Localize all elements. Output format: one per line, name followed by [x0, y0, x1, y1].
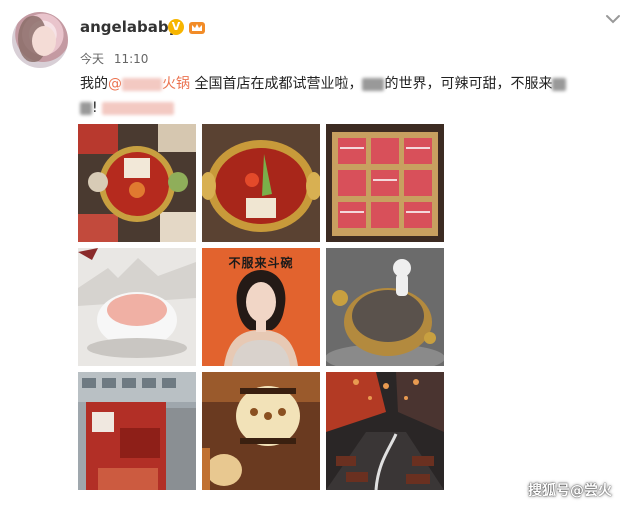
chevron-down-icon[interactable] — [604, 12, 622, 26]
post-day: 今天 — [80, 52, 105, 66]
photo-dining-hall[interactable] — [326, 372, 444, 490]
post-text: 我的@ 火锅 全国首店在成都试营业啦， 的世界，可辣可甜，不服来 ! — [80, 72, 606, 120]
username[interactable]: angelababy — [80, 18, 178, 36]
photo-astronaut-pot[interactable] — [326, 248, 444, 366]
post-time[interactable]: 11:10 — [114, 52, 149, 66]
photo-hotpot-table[interactable] — [78, 124, 196, 242]
hashtag-link[interactable] — [102, 100, 175, 116]
post-body-2: 的世界，可辣可甜，不服来 — [384, 76, 553, 92]
photo-celebrity-poster[interactable]: 不服来斗碗 — [202, 248, 320, 366]
verified-badge-icon: V — [168, 19, 184, 35]
post-prefix: 我的 — [80, 76, 108, 92]
avatar[interactable] — [12, 12, 68, 68]
crown-icon — [189, 22, 205, 34]
post-meta: 今天 11:10 — [80, 50, 148, 67]
photo-lanterns[interactable] — [202, 372, 320, 490]
post-ending: ! — [92, 100, 98, 116]
photo-meat-platter[interactable] — [326, 124, 444, 242]
mention-link[interactable]: @ 火锅 — [108, 76, 190, 92]
photo-store-front[interactable] — [78, 372, 196, 490]
poster-title: 不服来斗碗 — [228, 256, 294, 270]
weibo-post-card: angelababy V 今天 11:10 我的@ 火锅 全国首店在成都试营业啦，… — [0, 0, 640, 506]
post-body-1: 全国首店在成都试营业啦， — [194, 76, 363, 92]
watermark: 搜狐号@尝火 — [528, 483, 612, 499]
photo-hotpot-pot[interactable] — [202, 124, 320, 242]
photo-dessert-bowl[interactable] — [78, 248, 196, 366]
